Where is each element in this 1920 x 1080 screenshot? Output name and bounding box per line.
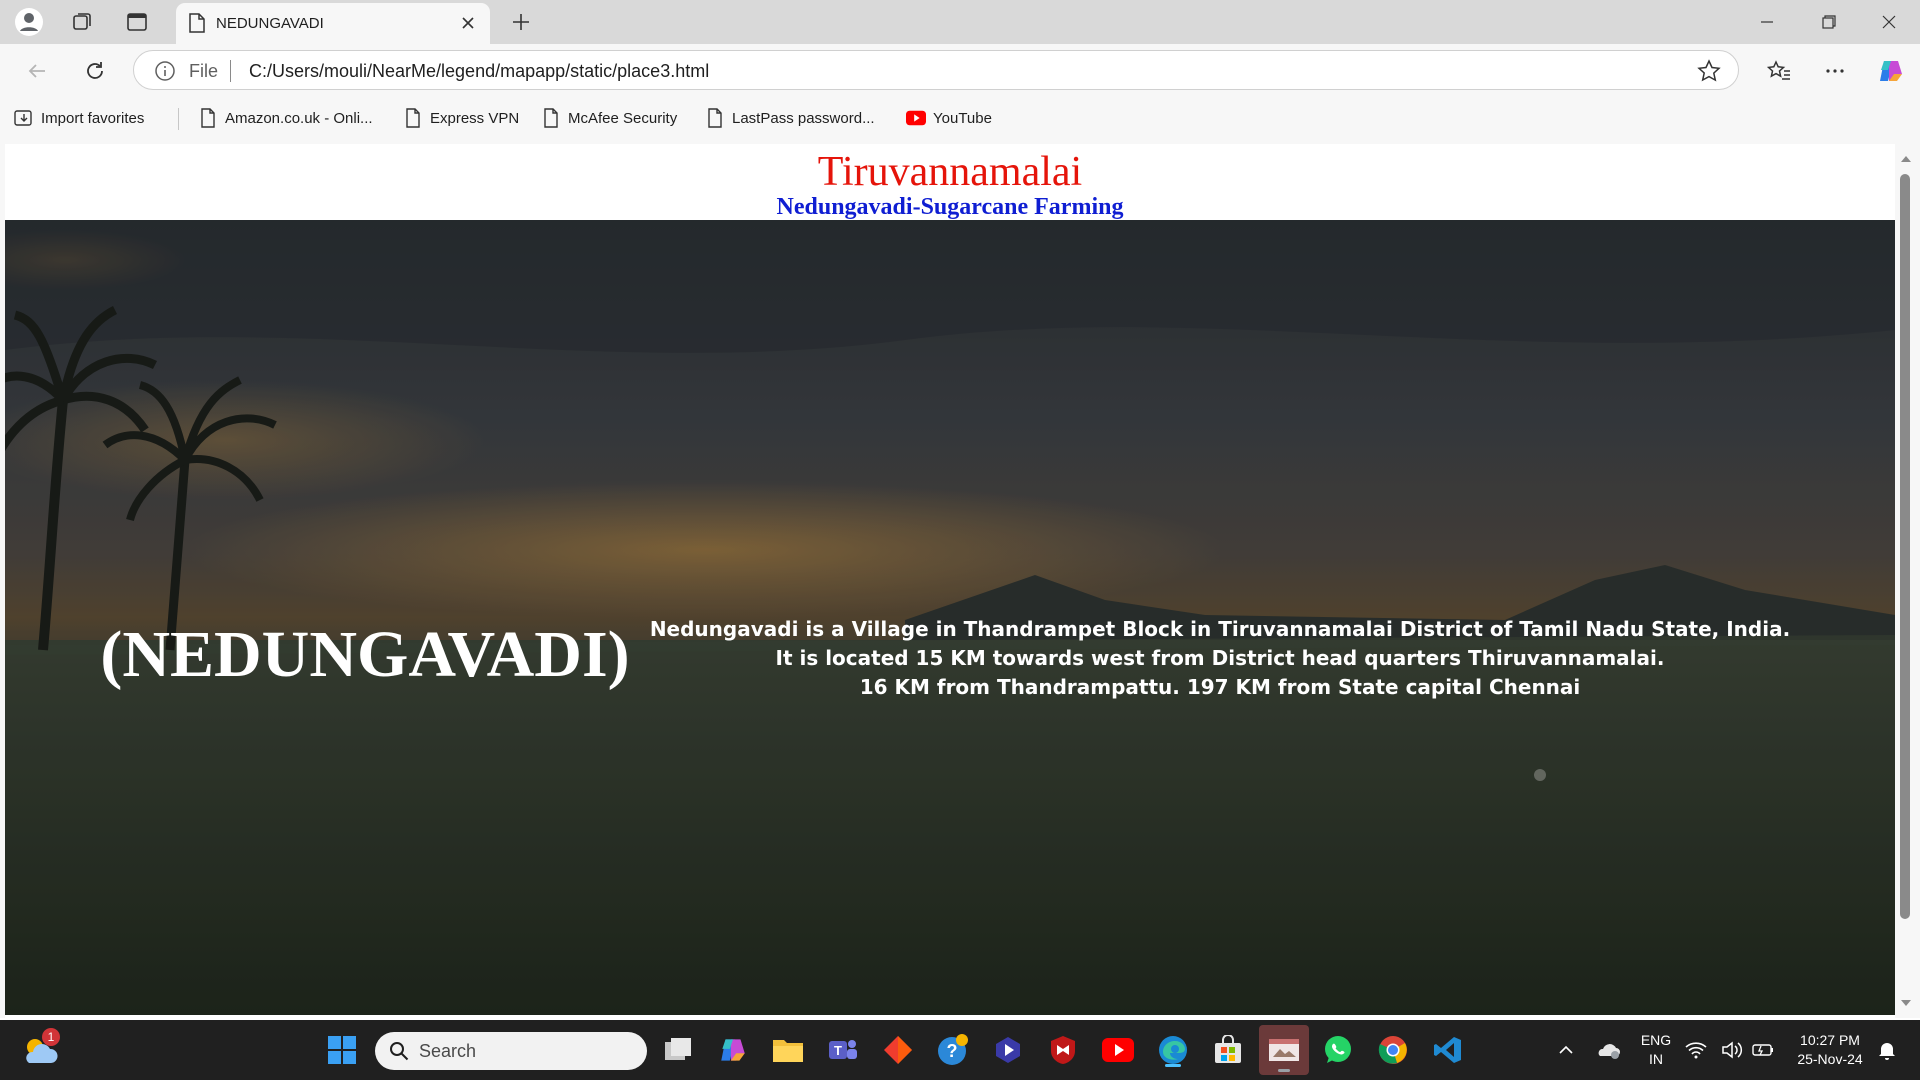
- taskbar: 1 Search T ? ENG IN 10:27 PM 25-Nov-24: [0, 1020, 1920, 1080]
- page-icon: [188, 13, 206, 38]
- refresh-icon[interactable]: [78, 54, 112, 88]
- new-tab-button[interactable]: [505, 6, 537, 38]
- show-hidden-icons-chevron-icon[interactable]: [1546, 1030, 1586, 1070]
- description-line: It is located 15 KM towards west from Di…: [775, 646, 1665, 670]
- task-view-icon[interactable]: [659, 1030, 699, 1070]
- edge-icon[interactable]: [1153, 1030, 1193, 1070]
- favorite-mcafee[interactable]: McAfee Security: [541, 107, 677, 129]
- favorite-label: Import favorites: [41, 109, 145, 127]
- svg-text:?: ?: [947, 1041, 958, 1061]
- page-icon: [198, 108, 218, 128]
- start-windows-icon[interactable]: [322, 1030, 362, 1070]
- chrome-icon[interactable]: [1373, 1030, 1413, 1070]
- taskbar-search[interactable]: Search: [375, 1032, 647, 1070]
- clock-date[interactable]: 25-Nov-24: [1782, 1050, 1878, 1068]
- weather-badge: 1: [42, 1028, 60, 1046]
- favorite-youtube[interactable]: YouTube: [906, 107, 992, 129]
- active-indicator: [1165, 1064, 1181, 1067]
- page-icon: [403, 108, 423, 128]
- file-explorer-icon[interactable]: [768, 1030, 808, 1070]
- whatsapp-icon[interactable]: [1318, 1030, 1358, 1070]
- wifi-icon[interactable]: [1683, 1030, 1709, 1070]
- tab-title: NEDUNGAVADI: [216, 15, 324, 32]
- region-indicator[interactable]: IN: [1640, 1050, 1672, 1068]
- back-icon[interactable]: [20, 54, 54, 88]
- url-text[interactable]: C:/Users/mouli/NearMe/legend/mapapp/stat…: [249, 61, 709, 82]
- scrollbar-thumb[interactable]: [1900, 174, 1910, 919]
- active-tab[interactable]: NEDUNGAVADI: [176, 3, 490, 44]
- search-placeholder: Search: [419, 1041, 477, 1061]
- minimize-button[interactable]: [1736, 0, 1798, 44]
- language-indicator[interactable]: ENG: [1640, 1031, 1672, 1049]
- profile-icon[interactable]: [13, 6, 45, 38]
- onedrive-icon[interactable]: [1588, 1030, 1628, 1070]
- description-line: 16 KM from Thandrampattu. 197 KM from St…: [859, 675, 1581, 699]
- mcafee-icon[interactable]: [1043, 1030, 1083, 1070]
- vscode-icon[interactable]: [1428, 1030, 1468, 1070]
- title-bar: NEDUNGAVADI: [0, 0, 1920, 44]
- help-icon[interactable]: ?: [933, 1030, 973, 1070]
- search-icon: [389, 1041, 409, 1066]
- favorite-import-favorites[interactable]: Import favorites: [14, 107, 144, 129]
- favorites-divider: [178, 108, 179, 130]
- favorites-bar: Import favorites Amazon.co.uk - Onli... …: [0, 98, 1920, 138]
- favorite-express-vpn[interactable]: Express VPN: [403, 107, 519, 129]
- address-bar[interactable]: File C:/Users/mouli/NearMe/legend/mapapp…: [133, 50, 1739, 90]
- clock-time[interactable]: 10:27 PM: [1782, 1031, 1878, 1049]
- copilot-taskbar-icon[interactable]: [713, 1030, 753, 1070]
- favorites-icon[interactable]: [1762, 54, 1796, 88]
- add-favorite-star-icon[interactable]: [1696, 58, 1722, 84]
- info-icon[interactable]: [154, 60, 176, 82]
- favorite-lastpass[interactable]: LastPass password...: [705, 107, 875, 129]
- git-diamond-icon[interactable]: [878, 1030, 918, 1070]
- page-icon: [705, 108, 725, 128]
- favorite-label: YouTube: [933, 109, 992, 127]
- page-icon: [541, 108, 561, 128]
- page-viewport: Tiruvannamalai Nedungavadi-Sugarcane Far…: [5, 144, 1895, 1015]
- store-icon[interactable]: [1208, 1030, 1248, 1070]
- close-tab-icon[interactable]: [456, 11, 480, 35]
- import-icon: [14, 108, 34, 128]
- more-options-icon[interactable]: [1818, 54, 1852, 88]
- page-subtitle: Nedungavadi-Sugarcane Farming: [776, 194, 1124, 220]
- favorite-label: Express VPN: [430, 109, 520, 127]
- village-description: Nedungavadi is a Village in Thandrampet …: [640, 615, 1800, 702]
- page-title: Tiruvannamalai: [817, 149, 1083, 195]
- active-indicator: [1278, 1069, 1290, 1072]
- close-window-button[interactable]: [1858, 0, 1920, 44]
- favorite-label: McAfee Security: [568, 109, 678, 127]
- media-player-icon[interactable]: [988, 1030, 1028, 1070]
- restore-button[interactable]: [1798, 0, 1860, 44]
- notification-bell-icon[interactable]: [1874, 1030, 1900, 1070]
- description-line: Nedungavadi is a Village in Thandrampet …: [649, 617, 1791, 641]
- vertical-tabs-icon[interactable]: [121, 6, 153, 38]
- address-divider: [230, 60, 231, 82]
- battery-icon[interactable]: [1750, 1030, 1776, 1070]
- app-window-thumbnail-icon[interactable]: [1259, 1025, 1309, 1075]
- youtube-icon: [906, 108, 926, 128]
- favorite-amazon[interactable]: Amazon.co.uk - Onli...: [198, 107, 373, 129]
- village-name-heading: (NEDUNGAVADI): [100, 618, 630, 691]
- youtube-taskbar-icon[interactable]: [1098, 1030, 1138, 1070]
- copilot-icon[interactable]: [1874, 54, 1908, 88]
- svg-text:T: T: [834, 1043, 842, 1058]
- favorite-label: LastPass password...: [732, 109, 875, 127]
- workspaces-icon[interactable]: [66, 6, 98, 38]
- favorite-label: Amazon.co.uk - Onli...: [225, 109, 373, 127]
- volume-icon[interactable]: [1719, 1030, 1745, 1070]
- address-scheme: File: [189, 61, 219, 81]
- teams-icon[interactable]: T: [823, 1030, 863, 1070]
- weather-icon[interactable]: 1: [20, 1028, 60, 1070]
- browser-toolbar: File C:/Users/mouli/NearMe/legend/mapapp…: [0, 44, 1920, 98]
- hero-banner: (NEDUNGAVADI) Nedungavadi is a Village i…: [5, 220, 1895, 1015]
